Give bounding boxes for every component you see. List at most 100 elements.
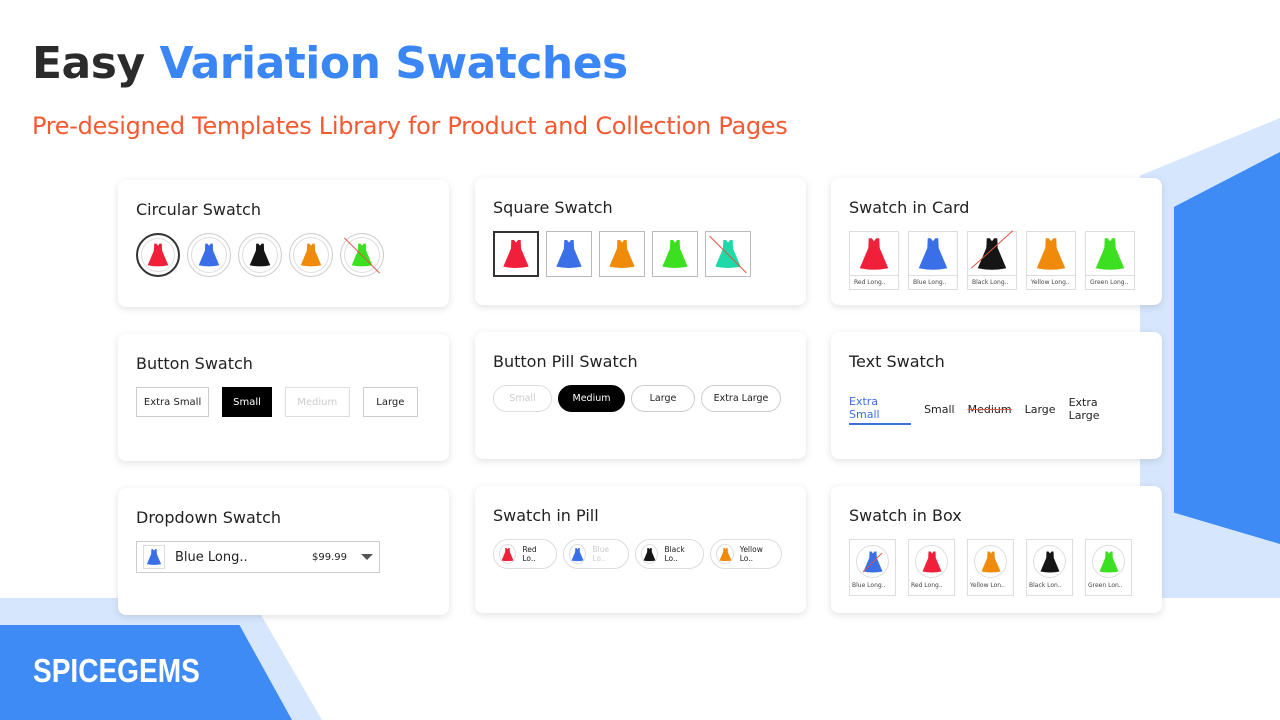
swatch-label: Large — [376, 396, 405, 408]
card-button-pill-swatch: Button Pill Swatch Small Medium Large Extra … — [475, 332, 806, 459]
swatch-label: Extra Large — [713, 393, 769, 404]
card-title: Dropdown Swatch — [136, 508, 282, 527]
size-pill[interactable]: Small — [493, 385, 552, 412]
swatch-label: Medium — [297, 396, 338, 408]
card-swatch-in-card: Swatch in Card Red Long.. Blue Long.. Black… — [831, 178, 1162, 305]
swatch-box-red[interactable]: Red Long.. — [908, 539, 955, 596]
swatch-pill-red[interactable]: Red Lo.. — [493, 539, 557, 569]
size-pill[interactable]: Large — [631, 385, 695, 412]
swatch-blue[interactable]: Blue Long.. — [908, 231, 958, 290]
card-title: Circular Swatch — [136, 200, 261, 219]
size-text-option[interactable]: Extra Large — [1069, 396, 1131, 424]
size-button[interactable]: Medium — [284, 387, 350, 417]
dress-thumbnail — [499, 544, 517, 564]
card-square-swatch: Square Swatch — [475, 178, 806, 305]
dress-icon — [501, 547, 514, 561]
size-button[interactable]: Large — [362, 387, 418, 417]
dress-icon — [922, 551, 941, 572]
dress-thumbnail — [915, 545, 948, 578]
swatch-label: Black Lo.. — [664, 545, 685, 563]
swatch-pill-blue[interactable]: Blue Lo.. — [562, 539, 630, 569]
swatch-label: Blue Lo.. — [592, 545, 609, 563]
dress-icon — [556, 240, 582, 268]
swatch-red[interactable] — [136, 233, 180, 277]
swatch-green[interactable] — [652, 231, 698, 277]
card-text-swatch: Text Swatch Extra Small Small Medium Large Ex… — [831, 332, 1162, 459]
size-button[interactable]: Small — [222, 387, 272, 417]
dress-icon — [863, 551, 882, 572]
swatch-label: Green Lon.. — [1088, 582, 1123, 589]
swatch-pill-black[interactable]: Black Lo.. — [635, 539, 705, 569]
swatch-teal[interactable] — [705, 231, 751, 277]
swatch-blue[interactable] — [187, 233, 231, 277]
swatch-box-black[interactable]: Black Lon.. — [1026, 539, 1073, 596]
dress-icon — [981, 551, 1000, 572]
background-shape-dark — [1174, 152, 1280, 544]
dress-icon — [147, 243, 169, 267]
swatch-pill-yellow[interactable]: Yellow Lo.. — [710, 539, 782, 569]
swatch-green[interactable]: Green Long.. — [1085, 231, 1135, 290]
dress-icon — [1040, 551, 1059, 572]
dropdown-selected-label: Blue Long.. — [175, 549, 248, 565]
swatch-yellow[interactable] — [599, 231, 645, 277]
dress-icon — [715, 240, 741, 268]
swatch-label: Blue Long.. — [852, 582, 886, 589]
swatch-label: Extra Small — [143, 396, 202, 408]
dress-icon — [643, 547, 656, 561]
swatch-label: Blue Long.. — [909, 275, 957, 289]
card-button-swatch: Button Swatch Extra Small Small Medium Large — [118, 334, 449, 461]
dress-icon — [198, 243, 220, 267]
dress-icon — [719, 547, 731, 561]
swatch-black[interactable]: Black Long.. — [967, 231, 1017, 290]
swatch-label: Medium — [967, 402, 1012, 416]
dress-icon — [662, 240, 688, 268]
size-pill[interactable]: Medium — [558, 385, 625, 412]
swatch-green[interactable] — [340, 233, 384, 277]
size-pill[interactable]: Extra Large — [701, 385, 781, 412]
dress-icon — [146, 549, 162, 565]
size-button[interactable]: Extra Small — [136, 387, 210, 417]
size-text-option[interactable]: Large — [1025, 403, 1056, 418]
card-swatch-in-box: Swatch in Box Blue Long.. Red Long.. Yellow… — [831, 486, 1162, 613]
card-circular-swatch: Circular Swatch — [118, 180, 449, 307]
swatch-red[interactable]: Red Long.. — [849, 231, 899, 290]
size-text-option[interactable]: Small — [924, 403, 955, 418]
swatch-blue[interactable] — [546, 231, 592, 277]
swatch-label: Yellow Lon.. — [970, 582, 1005, 589]
swatch-box-green[interactable]: Green Lon.. — [1085, 539, 1132, 596]
variant-dropdown[interactable]: Blue Long.. $99.99 — [136, 541, 380, 573]
size-text-option[interactable]: Medium — [968, 403, 1012, 418]
dress-icon — [609, 240, 635, 268]
swatch-box-blue[interactable]: Blue Long.. — [849, 539, 896, 596]
swatch-label: Red Long.. — [850, 275, 898, 289]
dress-icon — [918, 237, 948, 270]
subtitle: Pre-designed Templates Library for Produ… — [32, 112, 788, 140]
swatch-label: Yellow Long.. — [1027, 275, 1075, 289]
swatch-box-yellow[interactable]: Yellow Lon.. — [967, 539, 1014, 596]
swatch-label: Yellow Lo.. — [739, 545, 763, 563]
swatch-yellow[interactable] — [289, 233, 333, 277]
caret-down-icon — [361, 554, 373, 560]
card-title: Button Pill Swatch — [493, 352, 638, 371]
swatch-label: Small — [233, 396, 261, 408]
brand-logo: SPICEGEMS — [33, 652, 200, 689]
dress-thumbnail — [974, 545, 1007, 578]
dress-thumbnail — [1033, 545, 1066, 578]
dress-thumbnail — [856, 545, 889, 578]
swatch-red[interactable] — [493, 231, 539, 277]
size-text-option[interactable]: Extra Small — [849, 395, 912, 425]
card-swatch-in-pill: Swatch in Pill Red Lo.. Blue Lo.. Black Lo.… — [475, 486, 806, 613]
dress-thumbnail — [716, 544, 734, 564]
dress-icon — [977, 237, 1007, 270]
swatch-label: Extra Small — [849, 395, 880, 421]
card-title: Swatch in Pill — [493, 506, 599, 525]
card-title: Button Swatch — [136, 354, 253, 373]
title-part2: Variation Swatches — [159, 38, 628, 89]
swatch-black[interactable] — [238, 233, 282, 277]
swatch-yellow[interactable]: Yellow Long.. — [1026, 231, 1076, 290]
dropdown-price: $99.99 — [312, 551, 347, 563]
dress-icon — [571, 547, 584, 561]
card-title: Text Swatch — [849, 352, 945, 371]
dress-thumbnail — [143, 545, 165, 569]
dress-thumbnail — [568, 544, 587, 564]
